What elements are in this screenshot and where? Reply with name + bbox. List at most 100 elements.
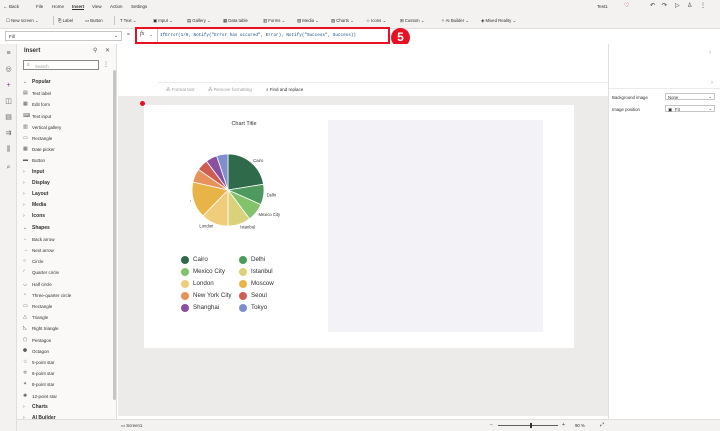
component-text-input[interactable]: ⌨ Text input xyxy=(17,111,117,122)
zoom-in-icon[interactable]: + xyxy=(562,422,565,428)
gray-rectangle[interactable] xyxy=(328,120,543,332)
pie-chart[interactable]: Cairo Delhi Mexico City Istanbul London Mosco… xyxy=(190,145,300,245)
component-triangle[interactable]: △ Triangle xyxy=(17,312,117,323)
data-table-button[interactable]: ▦ Data table xyxy=(223,18,248,24)
media-icon[interactable]: ▤ xyxy=(4,114,13,121)
screen-selector[interactable]: ▭ Screen1 xyxy=(121,423,142,429)
menu-file[interactable]: File xyxy=(36,4,43,9)
icons-menu[interactable]: ☆ Icons ⌄ xyxy=(366,18,386,24)
ai-builder-menu[interactable]: ✧ AI Builder ⌄ xyxy=(441,18,469,24)
button-button[interactable]: ▭ Button xyxy=(85,18,103,24)
chevron-right-icon[interactable]: › xyxy=(709,50,711,56)
zoom-slider-thumb[interactable] xyxy=(530,423,532,428)
category-shapes[interactable]: ⌄ Shapes xyxy=(17,223,117,234)
pane-scrollbar[interactable] xyxy=(113,70,116,400)
search-input[interactable]: ⌕ Search xyxy=(23,60,99,70)
forms-menu[interactable]: ▥ Forms ⌄ xyxy=(263,18,285,24)
formula-input[interactable]: fx ⌄ IfError(1/0, Notify("Error has occu… xyxy=(135,27,390,44)
component-half-circle[interactable]: ◡ Half circle xyxy=(17,279,117,290)
text-menu[interactable]: T Text ⌄ xyxy=(120,18,136,24)
label-button[interactable]: ⎘ Label xyxy=(58,18,73,23)
component-5-point-star[interactable]: ☆ 5-point star xyxy=(17,357,117,368)
fx-icon[interactable]: fx xyxy=(140,31,144,37)
category-display[interactable]: › Display xyxy=(17,178,117,189)
insert-pane: Insert ⚲ ✕ ⌕ Search ⋮ ⌄ Popular ▤ Text labe… xyxy=(17,44,117,431)
zoom-slider[interactable] xyxy=(498,425,558,426)
charts-menu[interactable]: ▨ Charts ⌄ xyxy=(331,18,354,24)
chevron-down-icon[interactable]: ⌄ xyxy=(149,32,153,38)
three-quarter-circle-icon: ◔ xyxy=(23,291,27,298)
formula-text[interactable]: IfError(1/0, Notify("Error has occured",… xyxy=(160,33,356,38)
remove-formatting-button[interactable]: ⁂ Remove formatting xyxy=(208,87,252,93)
legend-label: Shanghai xyxy=(193,304,220,311)
component-octagon[interactable]: ⯃ Octagon xyxy=(17,346,117,357)
category-input[interactable]: › Input xyxy=(17,167,117,178)
gallery-menu[interactable]: ▤ Gallery ⌄ xyxy=(187,18,211,24)
media-menu[interactable]: ▧ Media ⌄ xyxy=(297,18,319,24)
menu-view[interactable]: View xyxy=(92,4,102,9)
format-text-button[interactable]: ⁂ Format text xyxy=(166,87,195,93)
chevron-right-icon: › xyxy=(23,403,25,410)
image-position-dropdown[interactable]: ▣ Fit ⌄ xyxy=(665,105,715,112)
chevron-right-icon[interactable]: › xyxy=(711,80,713,86)
component-label: Vertical gallery xyxy=(32,124,62,130)
category-layout[interactable]: › Layout xyxy=(17,189,117,200)
undo-icon[interactable]: ↶ xyxy=(650,2,655,9)
redo-icon[interactable]: ↷ xyxy=(662,2,667,9)
component-rectangle[interactable]: ▭ Rectangle xyxy=(17,301,117,312)
insert-icon[interactable]: + xyxy=(4,82,13,89)
formula-edit-area[interactable] xyxy=(158,44,608,82)
component-right-triangle[interactable]: ◺ Right triangle xyxy=(17,323,117,334)
component-date-picker[interactable]: ▦ Date picker xyxy=(17,144,117,155)
advanced-tools-icon[interactable]: ⫼ xyxy=(4,146,13,153)
tree-view-icon[interactable]: ◎ xyxy=(4,66,13,73)
component-button[interactable]: ▬ Button xyxy=(17,155,117,166)
component-8-point-star[interactable]: ✴ 8-point star xyxy=(17,379,117,390)
more-icon[interactable]: ⋮ xyxy=(700,2,706,9)
component-three-quarter-circle[interactable]: ◔ Three-quarter circle xyxy=(17,290,117,301)
8-point-star-icon: ✴ xyxy=(23,381,28,388)
back-button[interactable]: Back xyxy=(9,4,19,9)
component-pentagon[interactable]: ⬠ Pentagon xyxy=(17,335,117,346)
component-quarter-circle[interactable]: ◜ Quarter circle xyxy=(17,267,117,278)
menu-settings[interactable]: Settings xyxy=(131,4,147,9)
component-12-point-star[interactable]: ✺ 12-point star xyxy=(17,391,117,402)
background-image-dropdown[interactable]: None ⌄ xyxy=(665,93,715,100)
pin-icon[interactable]: ⚲ xyxy=(93,47,97,54)
data-icon[interactable]: ◫ xyxy=(4,98,13,105)
component-circle[interactable]: ○ Circle xyxy=(17,256,117,267)
component-rectangle[interactable]: ▭ Rectangle xyxy=(17,133,117,144)
component-next-arrow[interactable]: → Next arrow xyxy=(17,245,117,256)
hamburger-icon[interactable]: ≡ xyxy=(4,50,13,57)
menu-insert[interactable]: Insert xyxy=(72,4,85,10)
find-replace-button[interactable]: ⌕ Find and replace xyxy=(266,87,303,92)
more-options-icon[interactable]: ⋮ xyxy=(103,61,109,68)
fit-icon: ▣ xyxy=(668,107,673,112)
back-arrow-icon[interactable]: ← xyxy=(3,4,8,9)
component-edit-form[interactable]: ▦ Edit form xyxy=(17,99,117,110)
zoom-out-icon[interactable]: − xyxy=(490,422,493,428)
component-6-point-star[interactable]: ✡ 6-point star xyxy=(17,368,117,379)
menu-action[interactable]: Action xyxy=(110,4,123,9)
custom-menu[interactable]: ⊞ Custom ⌄ xyxy=(400,18,424,24)
play-icon[interactable]: ▷ xyxy=(675,2,680,9)
category-icons[interactable]: › Icons xyxy=(17,211,117,222)
user-icon[interactable]: ♙ xyxy=(687,2,692,9)
component-text-label[interactable]: ▤ Text label xyxy=(17,88,117,99)
new-screen-button[interactable]: ☐ New screen ⌄ xyxy=(6,18,39,24)
menu-home[interactable]: Home xyxy=(52,4,64,9)
component-vertical-gallery[interactable]: ▥ Vertical gallery xyxy=(17,122,117,133)
search-icon[interactable]: ⌕ xyxy=(4,164,13,171)
close-icon[interactable]: ✕ xyxy=(105,47,110,54)
mixed-reality-menu[interactable]: ◈ Mixed Reality ⌄ xyxy=(481,18,516,24)
category-charts[interactable]: › Charts xyxy=(17,402,117,413)
category-media[interactable]: › Media xyxy=(17,200,117,211)
category-popular[interactable]: ⌄ Popular xyxy=(17,77,117,88)
power-automate-icon[interactable]: ⇉ xyxy=(4,130,13,137)
chart-title: Chart Title xyxy=(231,121,257,127)
property-dropdown[interactable]: Fill ⌄ xyxy=(5,31,122,41)
health-icon[interactable]: ♡ xyxy=(624,2,629,9)
component-back-arrow[interactable]: ← Back arrow xyxy=(17,234,117,245)
fit-to-window-icon[interactable]: ⤢ xyxy=(600,422,604,428)
input-menu[interactable]: ▣ Input ⌄ xyxy=(153,18,173,24)
